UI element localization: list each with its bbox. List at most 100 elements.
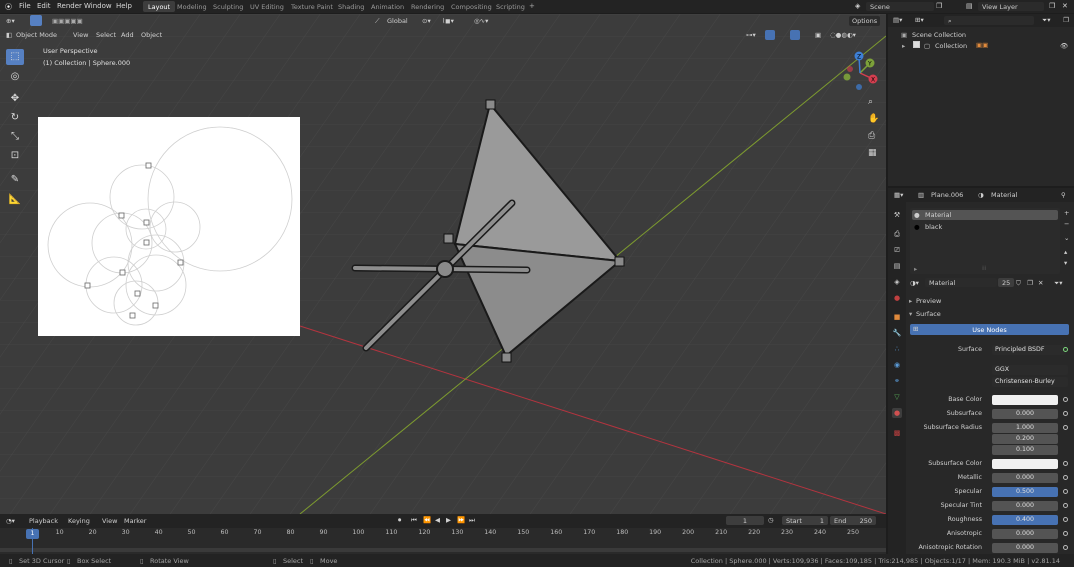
properties-editor-icon[interactable]: ▦▾ — [894, 191, 903, 199]
fake-user-shield-icon[interactable]: ⛉ — [1016, 279, 1021, 288]
tool-rotate[interactable]: ↻ — [6, 110, 24, 126]
next-keyframe-icon[interactable]: ⏩ — [457, 516, 465, 524]
proportional-edit-icon[interactable]: ◎∿▾ — [474, 17, 488, 25]
output-tab-icon[interactable]: ⎚ — [892, 245, 902, 255]
menu-playback[interactable]: Playback — [29, 517, 58, 525]
material-link-icon[interactable]: ⏷▾ — [1054, 279, 1062, 288]
select-tool-icon[interactable] — [30, 15, 42, 26]
gizmo-toggle-icon[interactable] — [765, 30, 775, 40]
list-resize-grip[interactable]: ⁞⁞ — [982, 264, 986, 272]
pin-icon[interactable]: ⚲ — [1061, 191, 1066, 199]
distribution-dropdown[interactable]: GGX — [992, 365, 1068, 375]
input-socket-icon[interactable] — [1063, 461, 1068, 466]
collection-label[interactable]: Collection — [935, 42, 967, 50]
outliner-search-input[interactable]: ⌕ — [944, 16, 1034, 25]
play-icon[interactable]: ▶ — [446, 516, 451, 524]
tab-animation[interactable]: Animation — [366, 1, 409, 12]
shader-input-value[interactable]: 1.000 — [992, 423, 1058, 433]
material-users-count[interactable]: 25 — [998, 278, 1014, 287]
tool-tab-icon[interactable]: ⚒ — [892, 210, 902, 220]
input-socket-icon[interactable] — [1063, 425, 1068, 430]
add-workspace-icon[interactable]: + — [529, 2, 535, 10]
move-slot-up-icon[interactable]: ▴ — [1064, 248, 1067, 256]
tool-select-box[interactable]: ⬚ — [6, 49, 24, 65]
surface-shader-dropdown[interactable]: Principled BSDF — [992, 345, 1066, 355]
orientation-dropdown[interactable]: Global — [387, 17, 408, 25]
list-item[interactable]: ● black — [912, 222, 1058, 232]
menu-timeline-view[interactable]: View — [102, 517, 117, 525]
shader-input-value[interactable]: 0.400 — [992, 515, 1058, 525]
menu-add[interactable]: Add — [121, 31, 134, 39]
world-tab-icon[interactable]: ● — [892, 293, 902, 303]
tool-measure[interactable]: 📐 — [6, 192, 24, 208]
tab-modeling[interactable]: Modeling — [172, 1, 212, 12]
unlink-material-icon[interactable]: ✕ — [1038, 279, 1043, 287]
playhead-frame-badge[interactable]: 1 — [26, 529, 39, 539]
timeline-editor-icon[interactable]: ◔▾ — [6, 517, 15, 525]
scene-collection-label[interactable]: Scene Collection — [912, 31, 966, 39]
tab-sculpting[interactable]: Sculpting — [208, 1, 248, 12]
end-frame-field[interactable]: End 250 — [830, 516, 876, 525]
input-socket-icon[interactable] — [1063, 531, 1068, 536]
visibility-eye-icon[interactable]: 👁 — [1060, 42, 1068, 50]
slot-specials-icon[interactable]: ⌄ — [1064, 234, 1069, 242]
tab-shading[interactable]: Shading — [333, 1, 369, 12]
modifier-tab-icon[interactable]: 🔧 — [892, 328, 902, 338]
options-button[interactable]: Options — [849, 16, 881, 26]
preview-collapse-icon[interactable]: ▸ — [909, 297, 912, 305]
list-expand-icon[interactable]: ▸ — [914, 265, 917, 273]
expand-arrow-icon[interactable]: ▸ — [902, 42, 905, 50]
menu-marker[interactable]: Marker — [124, 517, 146, 525]
input-socket-icon[interactable] — [1063, 503, 1068, 508]
input-socket-icon[interactable] — [1063, 545, 1068, 550]
shader-input-value[interactable]: 0.000 — [992, 529, 1058, 539]
pan-hand-icon[interactable]: ✋ — [868, 114, 879, 124]
tab-texture-paint[interactable]: Texture Paint — [286, 1, 338, 12]
tab-rendering[interactable]: Rendering — [406, 1, 449, 12]
input-socket-icon[interactable] — [1063, 489, 1068, 494]
menu-help[interactable]: Help — [116, 2, 132, 10]
jump-start-icon[interactable]: ⏮ — [411, 516, 417, 525]
input-socket-icon[interactable] — [1063, 397, 1068, 402]
tab-uv-editing[interactable]: UV Editing — [245, 1, 289, 12]
surface-expand-icon[interactable]: ▾ — [909, 310, 912, 318]
menu-file[interactable]: File — [19, 2, 31, 10]
render-tab-icon[interactable]: ⎙ — [892, 229, 902, 239]
select-mode-icons[interactable]: ▣▣▣▣▣ — [52, 17, 83, 25]
object-tab-icon[interactable]: ■ — [892, 312, 902, 322]
input-socket-icon[interactable] — [1063, 411, 1068, 416]
reference-image[interactable] — [38, 117, 300, 336]
tool-annotate[interactable]: ✎ — [6, 172, 24, 188]
display-mode-icon[interactable]: ⊞▾ — [915, 16, 924, 24]
play-reverse-icon[interactable]: ◀ — [435, 516, 440, 524]
menu-keying[interactable]: Keying — [68, 517, 90, 525]
object-name-label[interactable]: Plane.006 — [931, 191, 963, 199]
list-item[interactable]: ● Material — [912, 210, 1058, 220]
start-frame-field[interactable]: Start 1 — [782, 516, 828, 525]
timeline-scrollbar[interactable] — [0, 548, 886, 552]
shader-input-value[interactable]: 0.500 — [992, 487, 1058, 497]
view-layer-browse-icon[interactable]: ❐ — [1049, 2, 1055, 10]
menu-window[interactable]: Window — [84, 2, 112, 10]
scene-browse-icon[interactable]: ❐ — [936, 2, 942, 10]
menu-object[interactable]: Object — [141, 31, 162, 39]
view-layer-tab-icon[interactable]: ▤ — [892, 261, 902, 271]
menu-select[interactable]: Select — [96, 31, 116, 39]
duplicate-material-icon[interactable]: ❐ — [1027, 279, 1033, 287]
shader-input-value[interactable]: 0.000 — [992, 501, 1058, 511]
view-layer-field[interactable]: View Layer — [978, 2, 1044, 11]
material-breadcrumb-label[interactable]: Material — [991, 191, 1017, 199]
transform-orientation-icon[interactable]: ⟋ — [375, 17, 380, 26]
pivot-icon[interactable]: ⊙▾ — [422, 17, 431, 25]
material-browse-icon[interactable]: ◑▾ — [910, 279, 919, 287]
shader-input-value[interactable] — [992, 459, 1058, 469]
menu-view[interactable]: View — [73, 31, 88, 39]
shader-input-value[interactable]: 0.000 — [992, 543, 1058, 553]
record-icon[interactable]: ⏺ — [398, 516, 401, 525]
jump-end-icon[interactable]: ⏭ — [469, 516, 475, 525]
camera-icon[interactable]: ⎙ — [868, 131, 875, 141]
grid-view-icon[interactable]: ▦ — [868, 148, 877, 158]
zoom-icon[interactable]: ⌕ — [868, 97, 873, 107]
input-socket-icon[interactable] — [1063, 475, 1068, 480]
shader-input-value[interactable]: 0.100 — [992, 445, 1058, 455]
